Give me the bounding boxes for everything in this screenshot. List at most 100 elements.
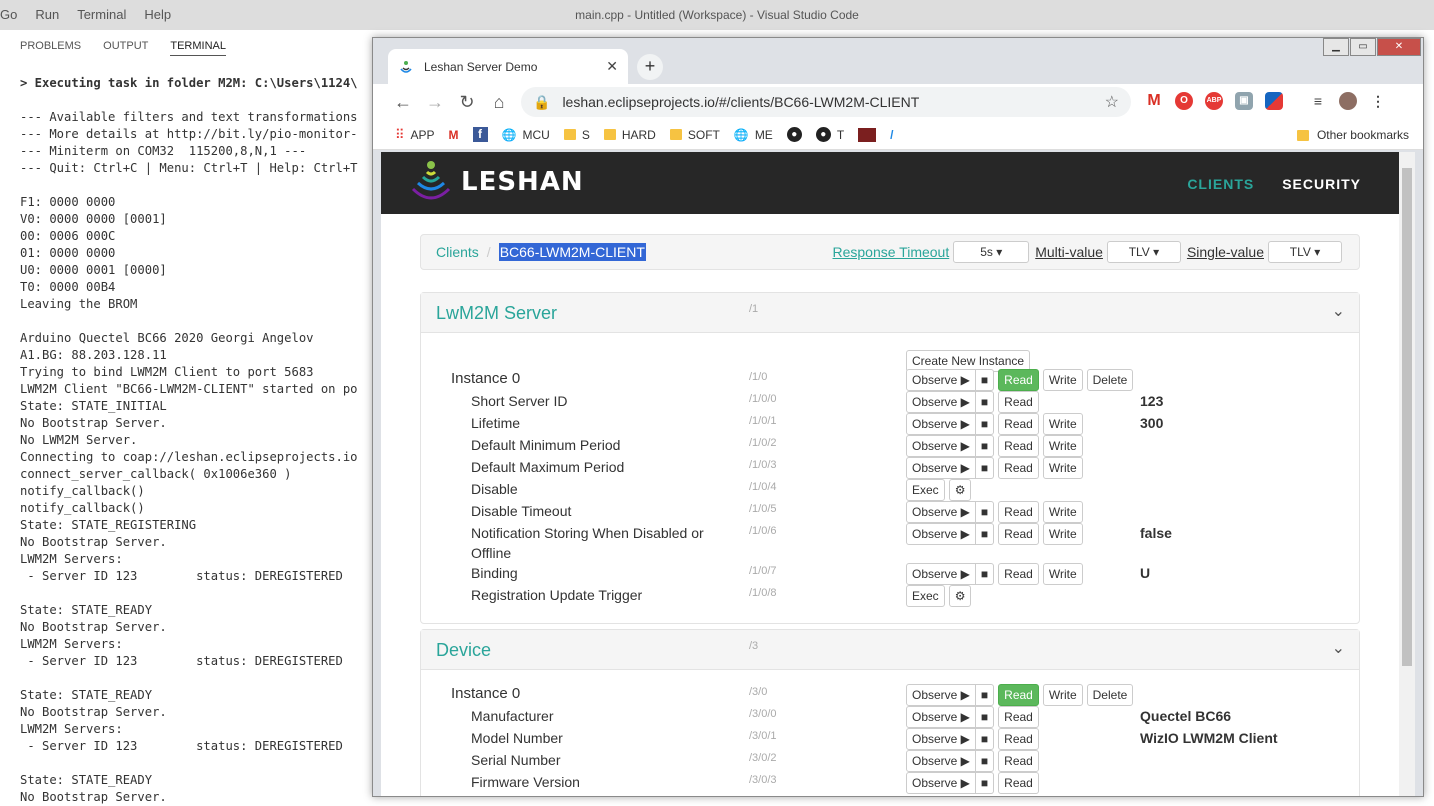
minimize-icon[interactable]: ▁ (1323, 38, 1349, 56)
terminal-output[interactable]: > Executing task in folder M2M: C:\Users… (20, 75, 358, 806)
multi-value-dropdown[interactable]: TLV ▾ (1106, 241, 1181, 263)
observe-button[interactable]: Observe ▶ (906, 728, 976, 750)
stop-observe-button[interactable]: ■ (975, 501, 995, 523)
read-button[interactable]: Read (998, 413, 1039, 435)
new-tab-button[interactable]: + (637, 54, 663, 80)
leshan-logo[interactable]: LESHAN (409, 157, 584, 207)
observe-button[interactable]: Observe ▶ (906, 750, 976, 772)
bookmark-soft[interactable]: SOFT (669, 128, 720, 142)
observe-button[interactable]: Observe ▶ (906, 684, 976, 706)
read-button[interactable]: Read (998, 750, 1039, 772)
write-button[interactable]: Write (1042, 435, 1083, 457)
read-button[interactable]: Read (998, 457, 1039, 479)
response-timeout-dropdown[interactable]: 5s ▾ (953, 241, 1030, 263)
write-button[interactable]: Write (1042, 684, 1083, 706)
stop-observe-button[interactable]: ■ (975, 772, 995, 794)
bookmark-s[interactable]: S (563, 128, 590, 142)
reload-icon[interactable]: ↻ (451, 92, 483, 113)
chevron-down-icon[interactable]: ⌄ (1332, 301, 1345, 321)
chevron-down-icon[interactable]: ⌄ (1332, 638, 1345, 658)
delete-button[interactable]: Delete (1086, 684, 1134, 706)
write-button[interactable]: Write (1042, 523, 1083, 545)
opera-extension-icon[interactable]: O (1175, 92, 1193, 110)
screenshot-extension-icon[interactable]: ▣ (1235, 92, 1253, 110)
bookmark-hard[interactable]: HARD (603, 128, 656, 142)
close-tab-icon[interactable]: ✕ (606, 58, 618, 75)
bookmark-t[interactable]: ● T (815, 127, 844, 142)
bookmark-gmail[interactable]: M (449, 128, 459, 142)
stop-observe-button[interactable]: ■ (975, 413, 995, 435)
write-button[interactable]: Write (1042, 501, 1083, 523)
stop-observe-button[interactable]: ■ (975, 391, 995, 413)
stop-observe-button[interactable]: ■ (975, 435, 995, 457)
stop-observe-button[interactable]: ■ (975, 684, 995, 706)
gmail-extension-icon[interactable]: M (1145, 92, 1163, 110)
stop-observe-button[interactable]: ■ (975, 369, 995, 391)
page-scrollbar[interactable] (1399, 152, 1415, 796)
bookmark-star-icon[interactable]: ☆ (1105, 92, 1119, 112)
stop-observe-button[interactable]: ■ (975, 563, 995, 585)
scrollbar-thumb[interactable] (1402, 168, 1412, 666)
observe-button[interactable]: Observe ▶ (906, 457, 976, 479)
bookmark-mcu[interactable]: 🌐 MCU (502, 128, 550, 142)
read-button[interactable]: Read (998, 369, 1039, 391)
read-button[interactable]: Read (998, 435, 1039, 457)
write-button[interactable]: Write (1042, 413, 1083, 435)
observe-button[interactable]: Observe ▶ (906, 706, 976, 728)
bookmark-me[interactable]: 🌐 ME (734, 128, 773, 142)
back-icon[interactable]: ← (387, 92, 419, 113)
observe-button[interactable]: Observe ▶ (906, 435, 976, 457)
panel-header[interactable]: LwM2M Server /1 ⌄ (421, 293, 1359, 333)
read-button[interactable]: Read (998, 501, 1039, 523)
tab-terminal[interactable]: TERMINAL (170, 40, 226, 56)
bookmark-github[interactable]: ● (786, 127, 802, 142)
read-button[interactable]: Read (998, 684, 1039, 706)
bookmark-facebook[interactable]: f (472, 127, 488, 142)
adblock-plus-icon[interactable]: ABP (1205, 92, 1223, 110)
observe-button[interactable]: Observe ▶ (906, 523, 976, 545)
bookmark-rock[interactable] (858, 127, 877, 142)
stop-observe-button[interactable]: ■ (975, 728, 995, 750)
observe-button[interactable]: Observe ▶ (906, 772, 976, 794)
other-bookmarks[interactable]: Other bookmarks (1296, 128, 1409, 142)
observe-button[interactable]: Observe ▶ (906, 369, 976, 391)
bookmark-slash[interactable]: / (890, 128, 893, 142)
exec-button[interactable]: Exec (906, 585, 945, 607)
observe-button[interactable]: Observe ▶ (906, 501, 976, 523)
read-button[interactable]: Read (998, 772, 1039, 794)
write-button[interactable]: Write (1042, 563, 1083, 585)
chrome-menu-icon[interactable]: ⋮ (1369, 92, 1387, 110)
write-button[interactable]: Write (1042, 369, 1083, 391)
observe-button[interactable]: Observe ▶ (906, 391, 976, 413)
tab-output[interactable]: OUTPUT (103, 40, 148, 56)
forward-icon[interactable]: → (419, 92, 451, 113)
read-button[interactable]: Read (998, 563, 1039, 585)
write-button[interactable]: Write (1042, 457, 1083, 479)
observe-button[interactable]: Observe ▶ (906, 563, 976, 585)
exec-settings-gear-icon[interactable]: ⚙ (948, 585, 972, 607)
stop-observe-button[interactable]: ■ (975, 706, 995, 728)
tab-problems[interactable]: PROBLEMS (20, 40, 81, 56)
browser-tab[interactable]: Leshan Server Demo ✕ (388, 49, 628, 84)
home-icon[interactable]: ⌂ (483, 92, 515, 113)
breadcrumb-clients[interactable]: Clients (436, 244, 479, 260)
stop-observe-button[interactable]: ■ (975, 523, 995, 545)
nav-clients[interactable]: CLIENTS (1187, 176, 1254, 192)
exec-button[interactable]: Exec (906, 479, 945, 501)
delete-button[interactable]: Delete (1086, 369, 1134, 391)
read-button[interactable]: Read (998, 706, 1039, 728)
nav-security[interactable]: SECURITY (1282, 176, 1361, 192)
profile-avatar[interactable] (1339, 92, 1357, 110)
stop-observe-button[interactable]: ■ (975, 457, 995, 479)
exec-settings-gear-icon[interactable]: ⚙ (948, 479, 972, 501)
read-button[interactable]: Read (998, 391, 1039, 413)
stop-observe-button[interactable]: ■ (975, 750, 995, 772)
panel-header[interactable]: Device /3 ⌄ (421, 630, 1359, 670)
maximize-icon[interactable]: ▭ (1350, 38, 1376, 56)
close-window-icon[interactable]: ✕ (1377, 38, 1421, 56)
media-control-icon[interactable]: ≡ (1309, 92, 1327, 110)
bookmark-app[interactable]: ⠿ APP (395, 127, 435, 143)
read-button[interactable]: Read (998, 728, 1039, 750)
read-button[interactable]: Read (998, 523, 1039, 545)
observe-button[interactable]: Observe ▶ (906, 413, 976, 435)
